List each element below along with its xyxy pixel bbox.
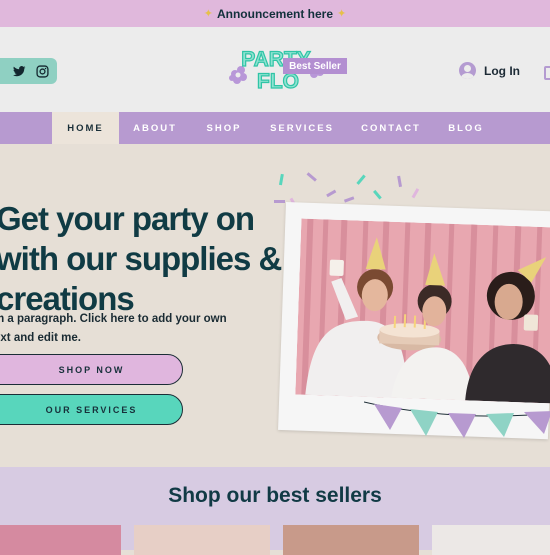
instagram-icon[interactable]: [36, 64, 49, 78]
product-card[interactable]: [134, 525, 270, 555]
nav-item-blog[interactable]: BLOG: [435, 112, 497, 144]
login-button[interactable]: Log In: [459, 62, 520, 79]
user-avatar-icon: [459, 62, 476, 79]
nav-item-shop[interactable]: SHOP: [191, 112, 257, 144]
nav-item-services[interactable]: SERVICES: [257, 112, 347, 144]
hero-headline: Get your party on with our supplies & cr…: [0, 200, 282, 317]
star-icon: ✦: [203, 8, 213, 20]
nav-item-about[interactable]: ABOUT: [119, 112, 191, 144]
hero-photo: [278, 202, 550, 450]
nav-item-contact[interactable]: CONTACT: [347, 112, 435, 144]
our-services-button[interactable]: OUR SERVICES: [0, 394, 183, 425]
best-seller-badge: Best Seller: [283, 58, 347, 74]
product-card[interactable]: [283, 525, 419, 555]
shop-now-button[interactable]: SHOP NOW: [0, 354, 183, 385]
hero-paragraph: m a paragraph. Click here to add your ow…: [0, 313, 227, 344]
announcement-text: Announcement here: [216, 6, 333, 21]
product-card[interactable]: [0, 525, 121, 555]
twitter-icon[interactable]: [13, 65, 26, 77]
star-icon: ✦: [337, 8, 347, 20]
product-card[interactable]: [432, 525, 550, 555]
main-nav: HOME ABOUT SHOP SERVICES CONTACT BLOG: [0, 112, 550, 144]
party-photo: [295, 218, 550, 404]
social-bar: [0, 58, 57, 84]
nav-item-home[interactable]: HOME: [52, 112, 119, 144]
login-label: Log In: [484, 63, 520, 78]
best-sellers-section: Shop our best sellers: [0, 467, 550, 555]
site-header: PARTY FLO Log In: [0, 27, 550, 112]
announcement-bar: ✦ Announcement here ✦: [0, 0, 550, 27]
bunting-decoration: [364, 401, 550, 438]
hero-section: Get your party on with our supplies & cr…: [0, 144, 550, 467]
best-sellers-title: Shop our best sellers: [168, 484, 382, 507]
cart-icon[interactable]: [544, 66, 550, 80]
